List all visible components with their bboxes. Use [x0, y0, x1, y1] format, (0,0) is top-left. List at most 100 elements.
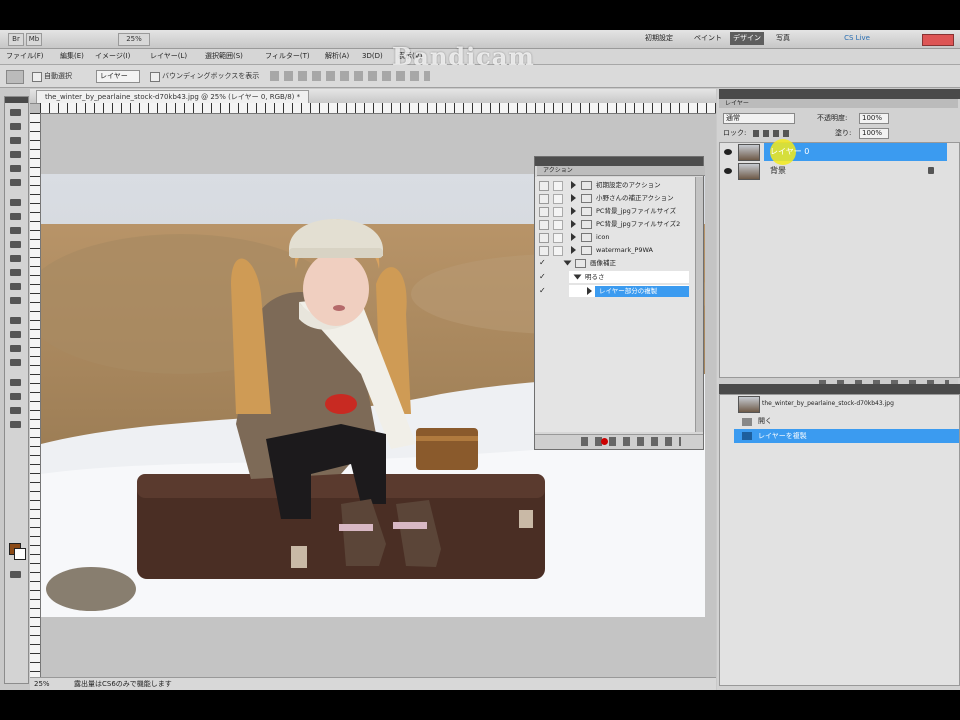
clone-stamp-tool-icon[interactable]	[8, 225, 23, 236]
action-toggle-checkbox[interactable]	[539, 220, 549, 230]
dialog-toggle-icon[interactable]	[553, 233, 563, 243]
zoom-tool-icon[interactable]	[8, 419, 23, 430]
expand-triangle-icon[interactable]	[571, 246, 576, 254]
marquee-tool-icon[interactable]	[8, 121, 23, 132]
fill-input[interactable]: 100%	[859, 128, 889, 139]
gradient-tool-icon[interactable]	[8, 267, 23, 278]
actions-panel-header[interactable]	[535, 157, 703, 166]
layer-name[interactable]: 背景	[770, 162, 786, 180]
workspace-essentials[interactable]: 初期設定	[634, 32, 684, 45]
history-state-row[interactable]: 開く	[720, 415, 959, 428]
dialog-toggle-icon[interactable]	[553, 181, 563, 191]
close-window-button[interactable]	[922, 34, 954, 46]
menu-image[interactable]: イメージ(I)	[95, 50, 130, 63]
crop-tool-icon[interactable]	[8, 163, 23, 174]
expand-triangle-icon[interactable]	[571, 194, 576, 202]
pen-tool-icon[interactable]	[8, 315, 23, 326]
tab-actions[interactable]: アクション	[543, 166, 573, 175]
action-row[interactable]: ✓ 明るさ	[539, 271, 689, 283]
menu-select[interactable]: 選択範囲(S)	[205, 50, 243, 63]
history-state-row-selected[interactable]: レイヤーを複製	[734, 429, 959, 443]
zoom-level-select[interactable]: 25%	[118, 33, 150, 46]
visibility-eye-icon[interactable]	[724, 149, 732, 155]
layers-panel-header[interactable]	[719, 89, 960, 99]
menu-3d[interactable]: 3D(D)	[362, 50, 383, 63]
workspace-design[interactable]: デザイン	[730, 32, 764, 45]
action-set-row[interactable]: icon	[539, 231, 689, 243]
action-set-row[interactable]: PC背景_jpgファイルサイズ2	[539, 218, 689, 230]
shape-tool-icon[interactable]	[8, 357, 23, 368]
brush-tool-icon[interactable]	[8, 211, 23, 222]
3d-orbit-tool-icon[interactable]	[8, 391, 23, 402]
action-toggle-checkbox[interactable]	[539, 233, 549, 243]
checkmark-icon[interactable]: ✓	[539, 286, 546, 296]
actions-scrollbar[interactable]	[695, 177, 703, 432]
record-icon[interactable]	[601, 438, 608, 445]
zoom-readout[interactable]: 25%	[34, 678, 50, 690]
eraser-tool-icon[interactable]	[8, 253, 23, 264]
cs-live-button[interactable]: CS Live	[832, 32, 882, 45]
action-toggle-checkbox[interactable]	[539, 181, 549, 191]
auto-select-target-select[interactable]: レイヤー	[96, 70, 140, 83]
workspace-photography[interactable]: 写真	[768, 32, 798, 45]
menu-analysis[interactable]: 解析(A)	[325, 50, 349, 63]
action-toggle-checkbox[interactable]	[539, 194, 549, 204]
layer-row[interactable]: 背景	[720, 162, 959, 180]
blend-mode-select[interactable]: 通常	[723, 113, 795, 124]
menu-file[interactable]: ファイル(F)	[6, 50, 44, 63]
dialog-toggle-icon[interactable]	[553, 207, 563, 217]
align-buttons[interactable]	[270, 71, 430, 81]
expand-triangle-icon[interactable]	[571, 181, 576, 189]
action-set-row[interactable]: ✓ 画像補正	[539, 257, 689, 269]
action-toggle-checkbox[interactable]	[539, 246, 549, 256]
layer-name[interactable]: レイヤー 0	[770, 143, 809, 161]
action-control-buttons[interactable]	[581, 437, 681, 446]
tab-layers[interactable]: レイヤー	[725, 99, 749, 108]
action-step-row[interactable]: ✓ レイヤー部分の複製	[539, 285, 689, 297]
bridge-button[interactable]: Br	[8, 33, 24, 46]
collapse-triangle-icon[interactable]	[563, 260, 572, 266]
menu-layer[interactable]: レイヤー(L)	[150, 50, 187, 63]
expand-triangle-icon[interactable]	[571, 220, 576, 228]
history-brush-tool-icon[interactable]	[8, 239, 23, 250]
workspace-painting[interactable]: ペイント	[688, 32, 728, 45]
menu-filter[interactable]: フィルター(T)	[265, 50, 310, 63]
checkmark-icon[interactable]: ✓	[539, 272, 546, 282]
dialog-toggle-icon[interactable]	[553, 246, 563, 256]
auto-select-checkbox[interactable]	[32, 72, 42, 82]
dialog-toggle-icon[interactable]	[553, 194, 563, 204]
dialog-toggle-icon[interactable]	[553, 220, 563, 230]
lasso-tool-icon[interactable]	[8, 135, 23, 146]
minibridge-button[interactable]: Mb	[26, 33, 42, 46]
history-panel-header[interactable]	[719, 384, 960, 394]
checkmark-icon[interactable]: ✓	[539, 258, 546, 268]
dodge-tool-icon[interactable]	[8, 295, 23, 306]
quick-mask-icon[interactable]	[8, 569, 23, 580]
document-tab[interactable]: the_winter_by_pearlaine_stock-d70kb43.jp…	[36, 90, 310, 103]
quick-select-tool-icon[interactable]	[8, 149, 23, 160]
path-selection-tool-icon[interactable]	[8, 343, 23, 354]
eyedropper-tool-icon[interactable]	[8, 177, 23, 188]
opacity-input[interactable]: 100%	[859, 113, 889, 124]
collapse-triangle-icon[interactable]	[573, 274, 582, 280]
3d-rotate-tool-icon[interactable]	[8, 377, 23, 388]
expand-triangle-icon[interactable]	[571, 207, 576, 215]
history-snapshot-row[interactable]: the_winter_by_pearlaine_stock-d70kb43.jp…	[720, 395, 959, 413]
blur-tool-icon[interactable]	[8, 281, 23, 292]
action-set-row[interactable]: 小野さんの補正アクション	[539, 192, 689, 204]
visibility-eye-icon[interactable]	[724, 168, 732, 174]
hand-tool-icon[interactable]	[8, 405, 23, 416]
expand-triangle-icon[interactable]	[571, 233, 576, 241]
menu-edit[interactable]: 編集(E)	[60, 50, 84, 63]
healing-brush-tool-icon[interactable]	[8, 197, 23, 208]
lock-buttons[interactable]	[753, 130, 789, 137]
action-set-row[interactable]: PC背景_jpgファイルサイズ	[539, 205, 689, 217]
action-set-row[interactable]: 初期設定のアクション	[539, 179, 689, 191]
layer-row[interactable]: レイヤー 0	[720, 139, 959, 165]
action-toggle-checkbox[interactable]	[539, 207, 549, 217]
expand-triangle-icon[interactable]	[587, 287, 592, 295]
background-color-swatch[interactable]	[14, 548, 26, 560]
move-tool-icon[interactable]	[8, 107, 23, 118]
type-tool-icon[interactable]	[8, 329, 23, 340]
show-transform-checkbox[interactable]	[150, 72, 160, 82]
